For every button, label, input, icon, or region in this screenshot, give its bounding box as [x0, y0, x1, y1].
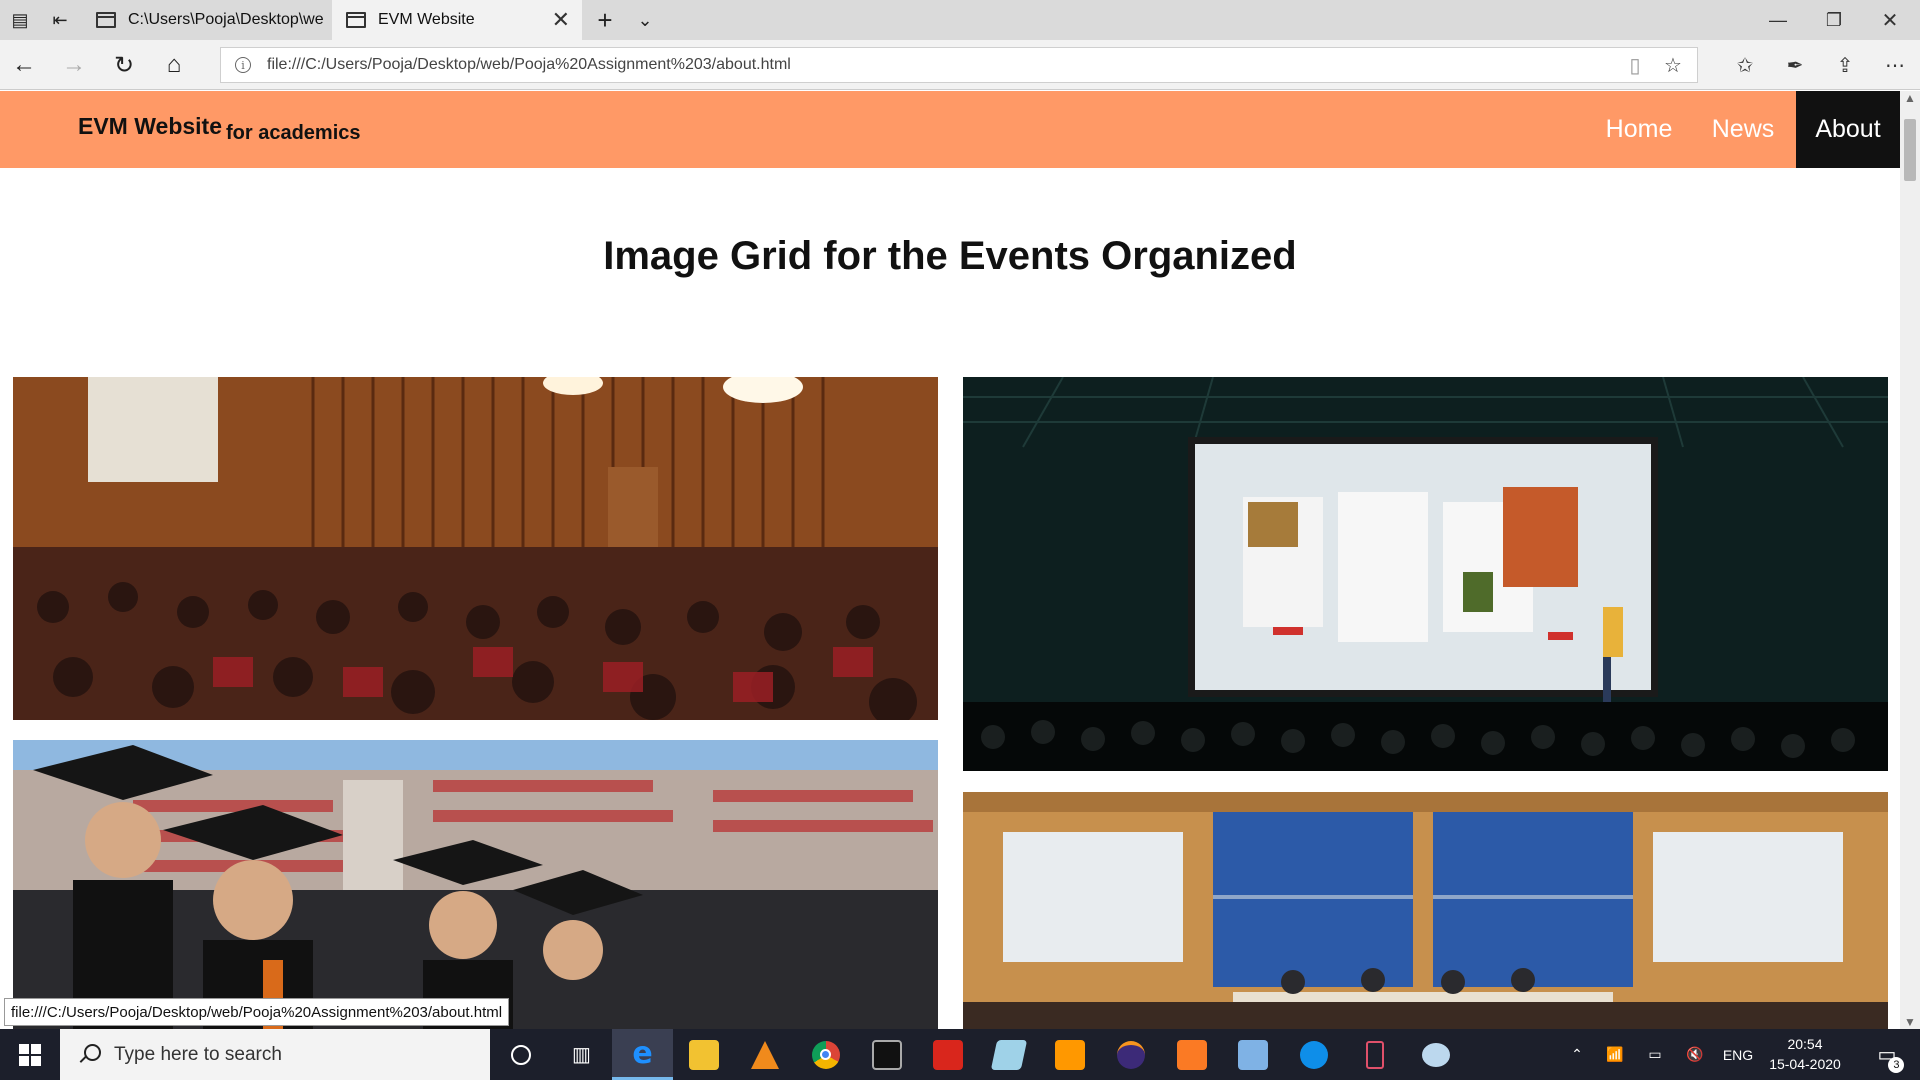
- windows-start-icon[interactable]: [0, 1029, 60, 1080]
- browser-tab-folder[interactable]: C:\Users\Pooja\Desktop\we: [82, 0, 328, 40]
- reading-view-icon[interactable]: ▯: [1620, 50, 1650, 80]
- browser-tab-strip: ▤ ⇤ C:\Users\Pooja\Desktop\we EVM Websit…: [0, 0, 1920, 40]
- address-url: file:///C:/Users/Pooja/Desktop/web/Pooja…: [267, 56, 791, 73]
- brand-title: EVM Website: [78, 113, 222, 139]
- refresh-icon[interactable]: ↻: [104, 45, 144, 85]
- back-icon[interactable]: ←: [4, 45, 44, 85]
- browser-toolbar: ← → ↻ ⌂ i file:///C:/Users/Pooja/Desktop…: [0, 40, 1920, 90]
- new-tab-icon[interactable]: +: [585, 0, 625, 40]
- page-title: Image Grid for the Events Organized: [603, 234, 1297, 278]
- close-tab-icon[interactable]: ✕: [552, 7, 570, 33]
- brand-subtitle: for academics: [226, 122, 361, 144]
- cortana-icon[interactable]: [490, 1029, 551, 1080]
- volume-muted-icon[interactable]: 🔇: [1680, 1029, 1710, 1080]
- graduation-ceremony-photo: [13, 740, 938, 1029]
- page-icon: [96, 12, 116, 28]
- forward-icon[interactable]: →: [54, 45, 94, 85]
- lecture-hall-audience-photo: [13, 377, 938, 720]
- wifi-icon[interactable]: 📶: [1600, 1029, 1630, 1080]
- teamviewer-icon[interactable]: [1283, 1029, 1344, 1080]
- chevron-down-icon[interactable]: ⌄: [625, 0, 665, 40]
- page-icon: [346, 12, 366, 28]
- eclipse-icon[interactable]: [1100, 1029, 1161, 1080]
- page-scrollbar[interactable]: ▲ ▼: [1900, 91, 1920, 1029]
- favorites-icon[interactable]: ✩: [1730, 50, 1760, 80]
- status-url-tooltip: file:///C:/Users/Pooja/Desktop/web/Pooja…: [4, 998, 510, 1026]
- restore-icon[interactable]: ❐: [1806, 0, 1862, 40]
- favorite-star-icon[interactable]: ☆: [1658, 50, 1688, 80]
- site-brand[interactable]: EVM Website for academics: [78, 113, 361, 144]
- pen-icon[interactable]: ✒: [1780, 50, 1810, 80]
- battery-icon[interactable]: ▭: [1640, 1029, 1670, 1080]
- scroll-up-icon[interactable]: ▲: [1900, 91, 1920, 105]
- clock-time: 20:54: [1787, 1036, 1823, 1052]
- share-icon[interactable]: ⇪: [1830, 50, 1860, 80]
- taskbar-search-input[interactable]: Type here to search: [60, 1029, 490, 1080]
- nav-link-about[interactable]: About: [1796, 91, 1900, 168]
- acrobat-icon[interactable]: [917, 1029, 978, 1080]
- virtualbox-icon[interactable]: [1222, 1029, 1283, 1080]
- panel-discussion-photo: [963, 792, 1888, 1029]
- language-indicator[interactable]: ENG: [1718, 1029, 1758, 1080]
- notification-count: 3: [1888, 1057, 1905, 1073]
- vlc-icon[interactable]: [734, 1029, 795, 1080]
- conference-presentation-stage-photo: [963, 377, 1888, 771]
- clock-date: 15-04-2020: [1769, 1056, 1841, 1072]
- file-explorer-icon[interactable]: [673, 1029, 734, 1080]
- taskbar-clock[interactable]: 20:54 15-04-2020: [1760, 1034, 1850, 1074]
- show-hidden-icons-icon[interactable]: ⌃: [1562, 1029, 1592, 1080]
- task-view-icon[interactable]: ▥: [551, 1029, 612, 1080]
- tab-actions-icon[interactable]: ▤: [0, 0, 40, 40]
- site-header: EVM Website for academics Home News About: [0, 91, 1900, 168]
- nav-link-home[interactable]: Home: [1588, 91, 1690, 168]
- notes-app-icon[interactable]: [978, 1029, 1039, 1080]
- tab-label: EVM Website: [378, 11, 475, 28]
- edge-icon[interactable]: e: [612, 1029, 673, 1080]
- close-window-icon[interactable]: ✕: [1862, 0, 1918, 40]
- scroll-down-icon[interactable]: ▼: [1900, 1015, 1920, 1029]
- windows-taskbar: Type here to search ▥ e ⌃ 📶 ▭ 🔇 ENG 20:5…: [0, 1029, 1920, 1080]
- sublime-text-icon[interactable]: [1039, 1029, 1100, 1080]
- search-placeholder: Type here to search: [114, 1043, 282, 1065]
- phone-mirror-icon[interactable]: [1344, 1029, 1405, 1080]
- chrome-icon[interactable]: [795, 1029, 856, 1080]
- home-icon[interactable]: ⌂: [154, 45, 194, 85]
- nav-link-news[interactable]: News: [1693, 91, 1793, 168]
- xampp-icon[interactable]: [1161, 1029, 1222, 1080]
- action-center-icon[interactable]: ▭ 3: [1862, 1029, 1912, 1080]
- scrollbar-thumb[interactable]: [1904, 119, 1916, 181]
- set-aside-tabs-icon[interactable]: ⇤: [40, 0, 80, 40]
- address-bar[interactable]: i file:///C:/Users/Pooja/Desktop/web/Poo…: [220, 47, 1698, 83]
- paint-icon[interactable]: [1405, 1029, 1466, 1080]
- info-icon[interactable]: i: [235, 57, 251, 73]
- minimize-icon[interactable]: —: [1750, 0, 1806, 40]
- search-icon: [78, 1043, 101, 1066]
- more-icon[interactable]: ⋯: [1880, 50, 1910, 80]
- terminal-icon[interactable]: [856, 1029, 917, 1080]
- tab-label: C:\Users\Pooja\Desktop\we: [128, 11, 324, 28]
- browser-tab-evm-website[interactable]: EVM Website ✕: [332, 0, 582, 40]
